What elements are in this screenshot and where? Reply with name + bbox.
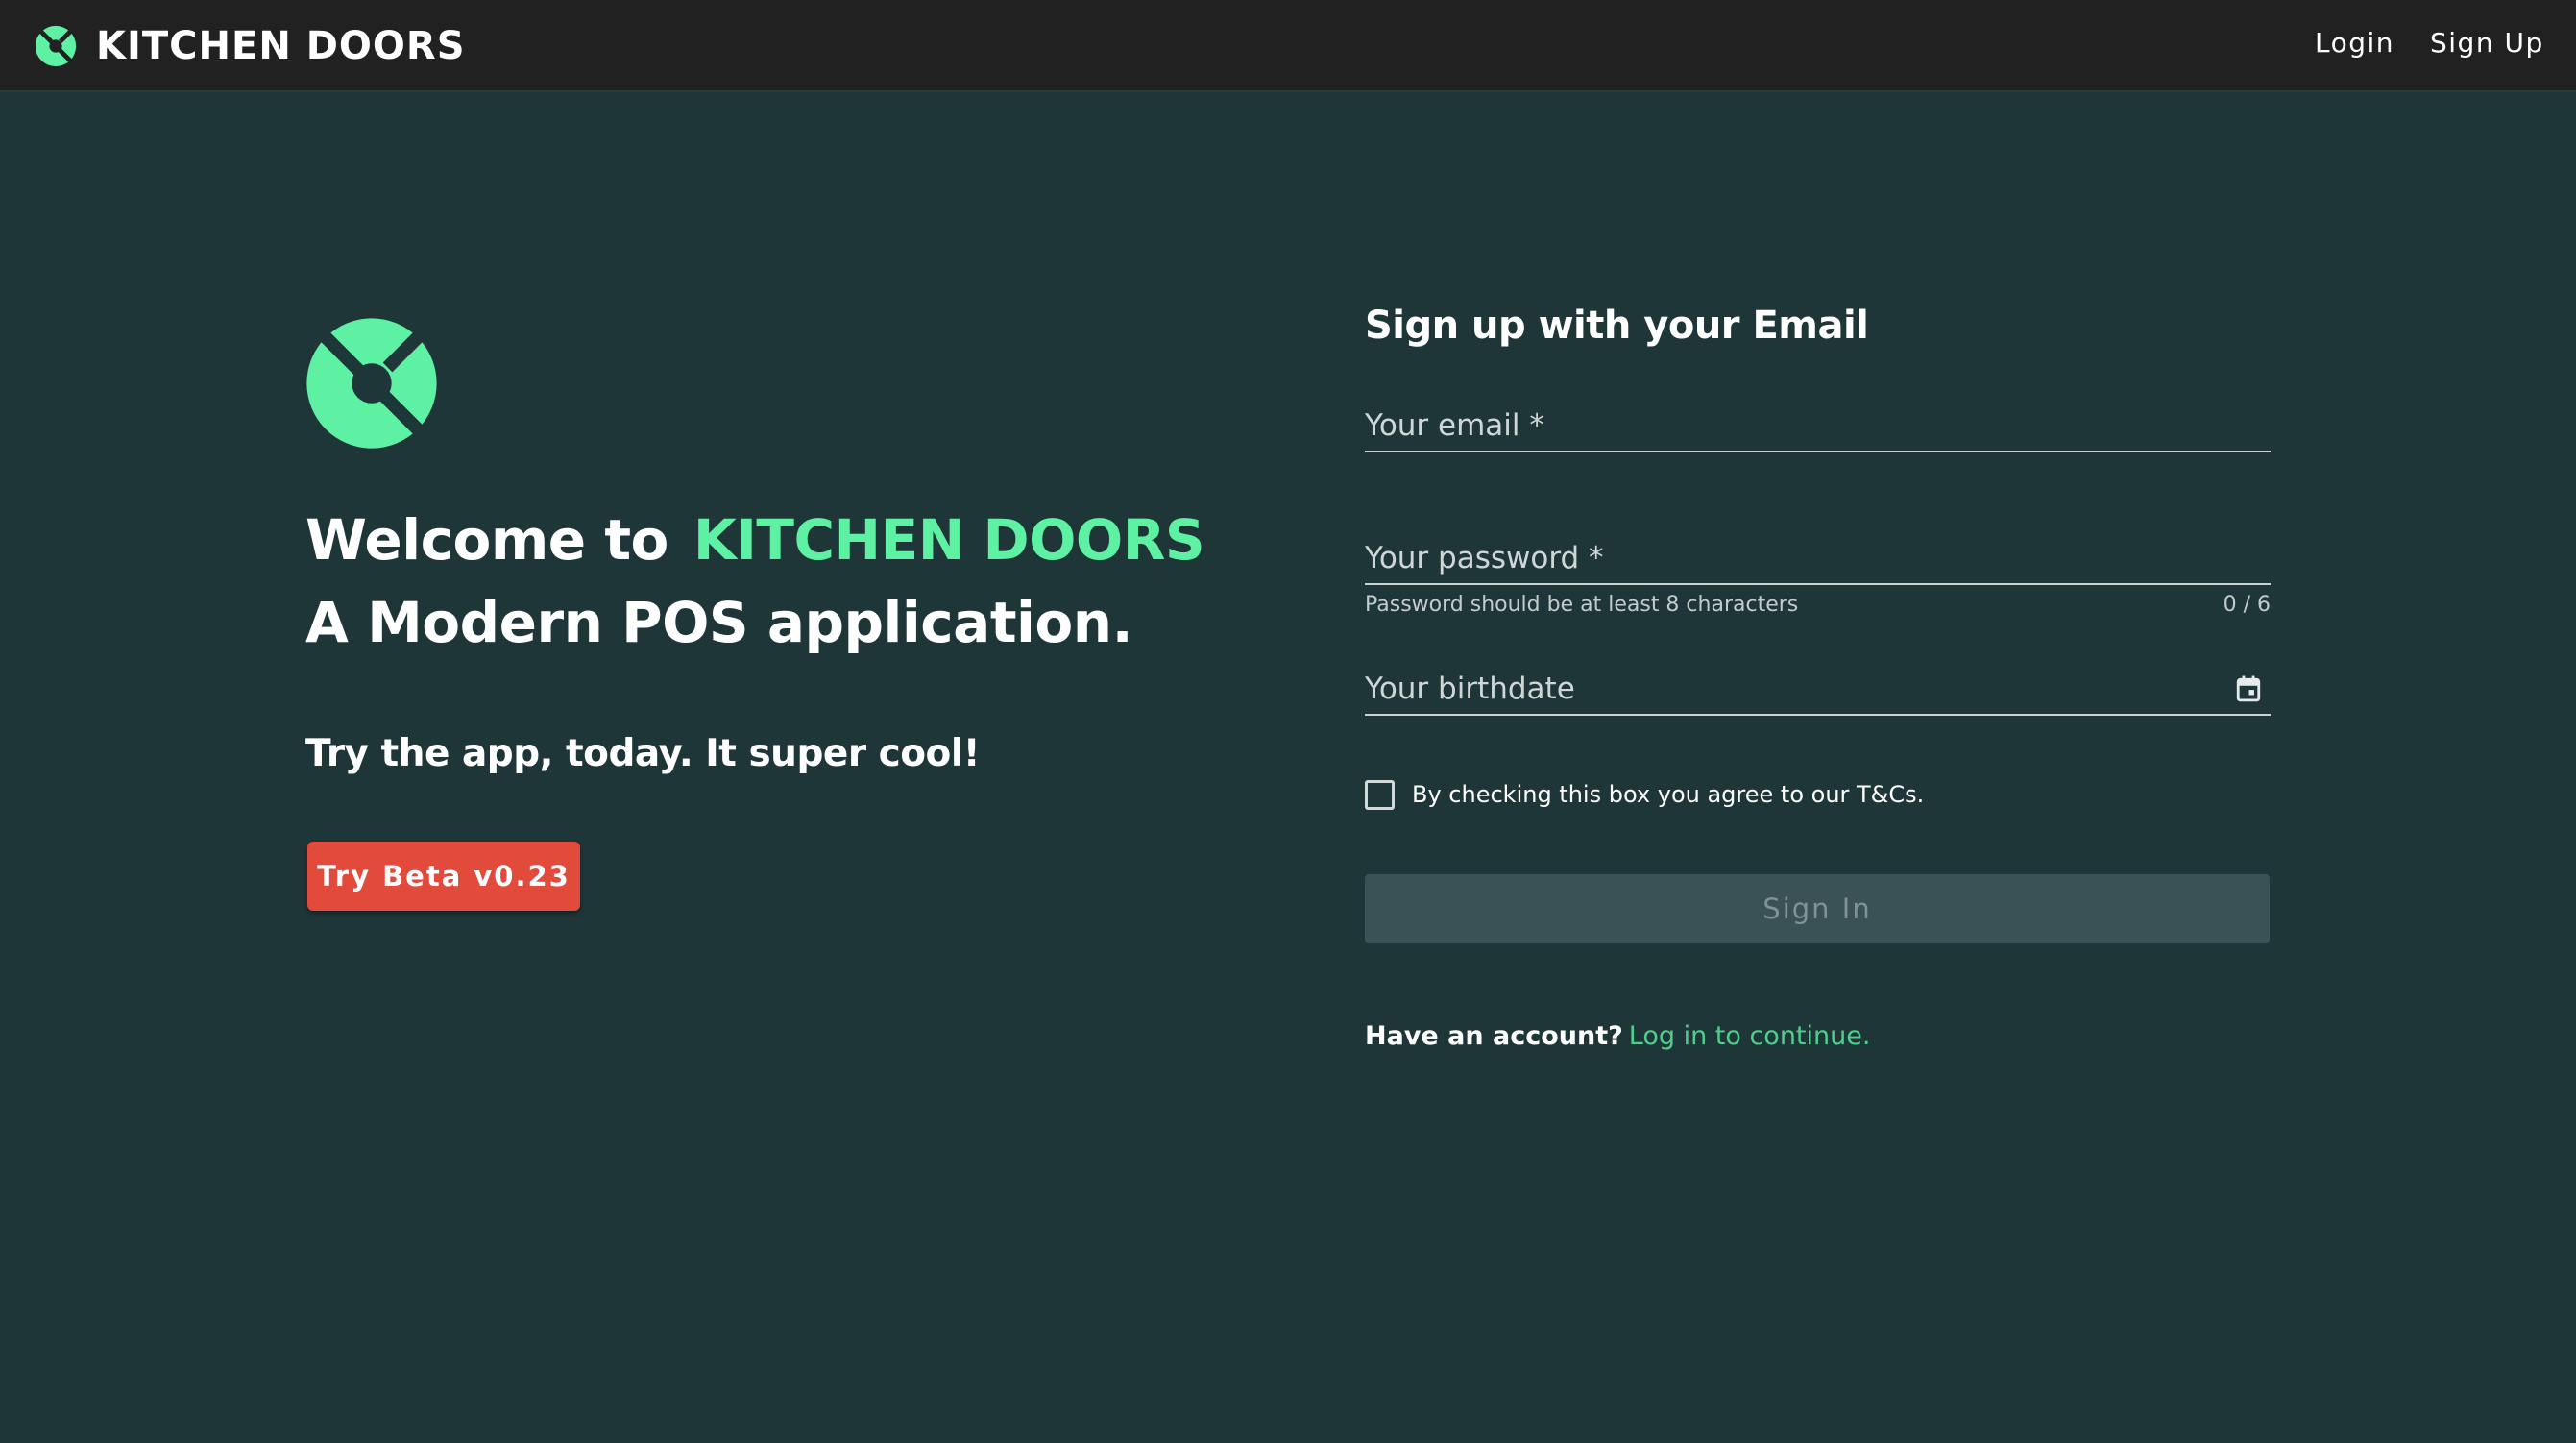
welcome-heading: Welcome to KITCHEN DOORS [305, 507, 1205, 573]
welcome-brand-name: KITCHEN DOORS [693, 507, 1205, 573]
email-field[interactable]: Your email * [1365, 389, 2271, 452]
brand-name: KITCHEN DOORS [96, 24, 466, 68]
account-prompt-row: Have an account? Log in to continue. [1365, 1021, 1870, 1051]
welcome-prefix: Welcome to [305, 507, 668, 573]
hero-tagline: Try the app, today. It super cool! [305, 732, 981, 775]
nav-signup-link[interactable]: Sign Up [2430, 27, 2544, 59]
password-field-placeholder: Your password * [1365, 541, 1604, 575]
calendar-icon[interactable] [2236, 675, 2261, 702]
email-field-placeholder: Your email * [1365, 408, 1544, 443]
form-title: Sign up with your Email [1365, 304, 1869, 348]
terms-row[interactable]: By checking this box you agree to our T&… [1365, 778, 1924, 811]
kitchen-doors-logo-icon [306, 318, 437, 449]
nav-login-link[interactable]: Login [2315, 27, 2394, 59]
password-hint-row: Password should be at least 8 characters… [1365, 593, 2271, 622]
login-continue-link[interactable]: Log in to continue. [1629, 1021, 1871, 1051]
top-navbar: KITCHEN DOORS Login Sign Up [0, 0, 2576, 92]
account-prompt: Have an account? [1365, 1021, 1623, 1051]
try-beta-button[interactable]: Try Beta v0.23 [307, 842, 580, 911]
brand[interactable]: KITCHEN DOORS [35, 21, 466, 71]
birthdate-field[interactable]: Your birthdate [1365, 652, 2271, 716]
terms-label[interactable]: By checking this box you agree to our T&… [1412, 781, 1924, 808]
birthdate-field-placeholder: Your birthdate [1365, 672, 1575, 706]
hero-subtitle: A Modern POS application. [305, 590, 1133, 655]
sign-in-button[interactable]: Sign In [1365, 874, 2270, 943]
password-hint: Password should be at least 8 characters [1365, 593, 1799, 617]
password-field[interactable]: Your password * [1365, 522, 2271, 585]
kitchen-doors-logo-icon [35, 25, 77, 67]
terms-checkbox[interactable] [1365, 779, 1395, 810]
password-char-counter: 0 / 6 [2223, 593, 2271, 617]
